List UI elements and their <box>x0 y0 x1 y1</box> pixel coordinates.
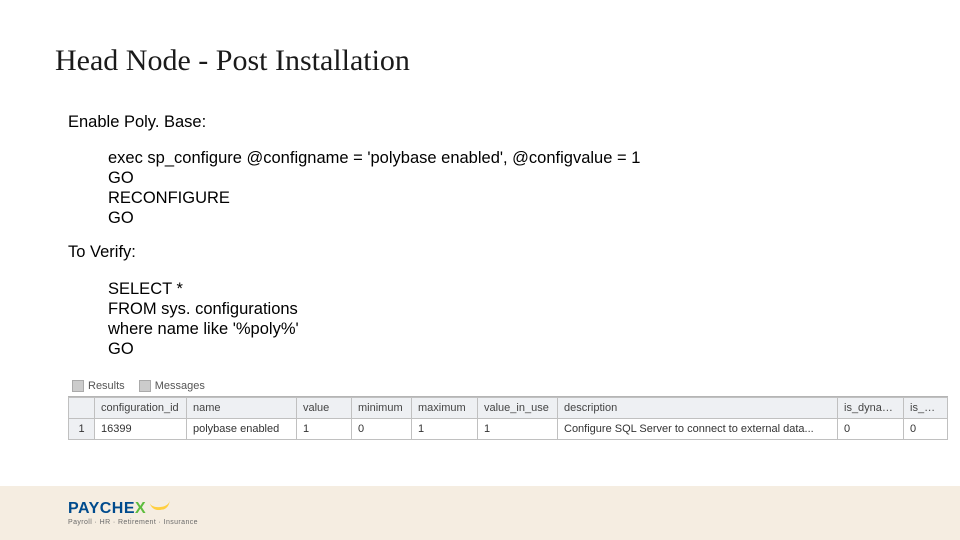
label-verify: To Verify: <box>68 243 136 262</box>
brand-name-x: X <box>135 500 146 517</box>
brand-name-main: PAYCHE <box>68 500 135 517</box>
code-verify-query: SELECT * FROM sys. configurations where … <box>108 279 299 360</box>
label-enable-polybase: Enable Poly. Base: <box>68 113 206 132</box>
cell-value: 1 <box>297 419 352 440</box>
col-value: value <box>297 398 352 419</box>
brand-logo: PAYCHEX Payroll · HR · Retirement · Insu… <box>68 501 198 526</box>
tab-messages[interactable]: Messages <box>139 380 205 392</box>
cell-rownum: 1 <box>69 419 95 440</box>
results-pane: Results Messages configuration_id nam <box>68 378 948 440</box>
cell-configuration-id: 16399 <box>95 419 187 440</box>
cell-description: Configure SQL Server to connect to exter… <box>558 419 838 440</box>
brand-tagline: Payroll · HR · Retirement · Insurance <box>68 519 198 526</box>
tab-results[interactable]: Results <box>72 380 125 392</box>
results-table: configuration_id name value minimum maxi… <box>68 397 948 440</box>
cell-is-advanced: 0 <box>904 419 948 440</box>
col-name: name <box>187 398 297 419</box>
message-icon <box>139 380 151 392</box>
table-header-row: configuration_id name value minimum maxi… <box>69 398 948 419</box>
brand-swoosh-icon <box>150 500 171 511</box>
col-minimum: minimum <box>352 398 412 419</box>
tab-messages-label: Messages <box>155 380 205 392</box>
col-maximum: maximum <box>412 398 478 419</box>
col-description: description <box>558 398 838 419</box>
tab-results-label: Results <box>88 380 125 392</box>
code-enable-polybase: exec sp_configure @configname = 'polybas… <box>108 148 640 229</box>
results-tabstrip: Results Messages <box>68 378 948 394</box>
col-is-dynamic: is_dynamic <box>838 398 904 419</box>
cell-minimum: 0 <box>352 419 412 440</box>
cell-maximum: 1 <box>412 419 478 440</box>
table-row[interactable]: 1 16399 polybase enabled 1 0 1 1 Configu… <box>69 419 948 440</box>
grid-icon <box>72 380 84 392</box>
cell-is-dynamic: 0 <box>838 419 904 440</box>
footer-band: PAYCHEX Payroll · HR · Retirement · Insu… <box>0 486 960 540</box>
col-rownum <box>69 398 95 419</box>
cell-value-in-use: 1 <box>478 419 558 440</box>
brand-name: PAYCHEX <box>68 501 146 517</box>
col-value-in-use: value_in_use <box>478 398 558 419</box>
slide-title: Head Node - Post Installation <box>55 44 410 78</box>
col-configuration-id: configuration_id <box>95 398 187 419</box>
col-is-advanced: is_advanced <box>904 398 948 419</box>
cell-name: polybase enabled <box>187 419 297 440</box>
